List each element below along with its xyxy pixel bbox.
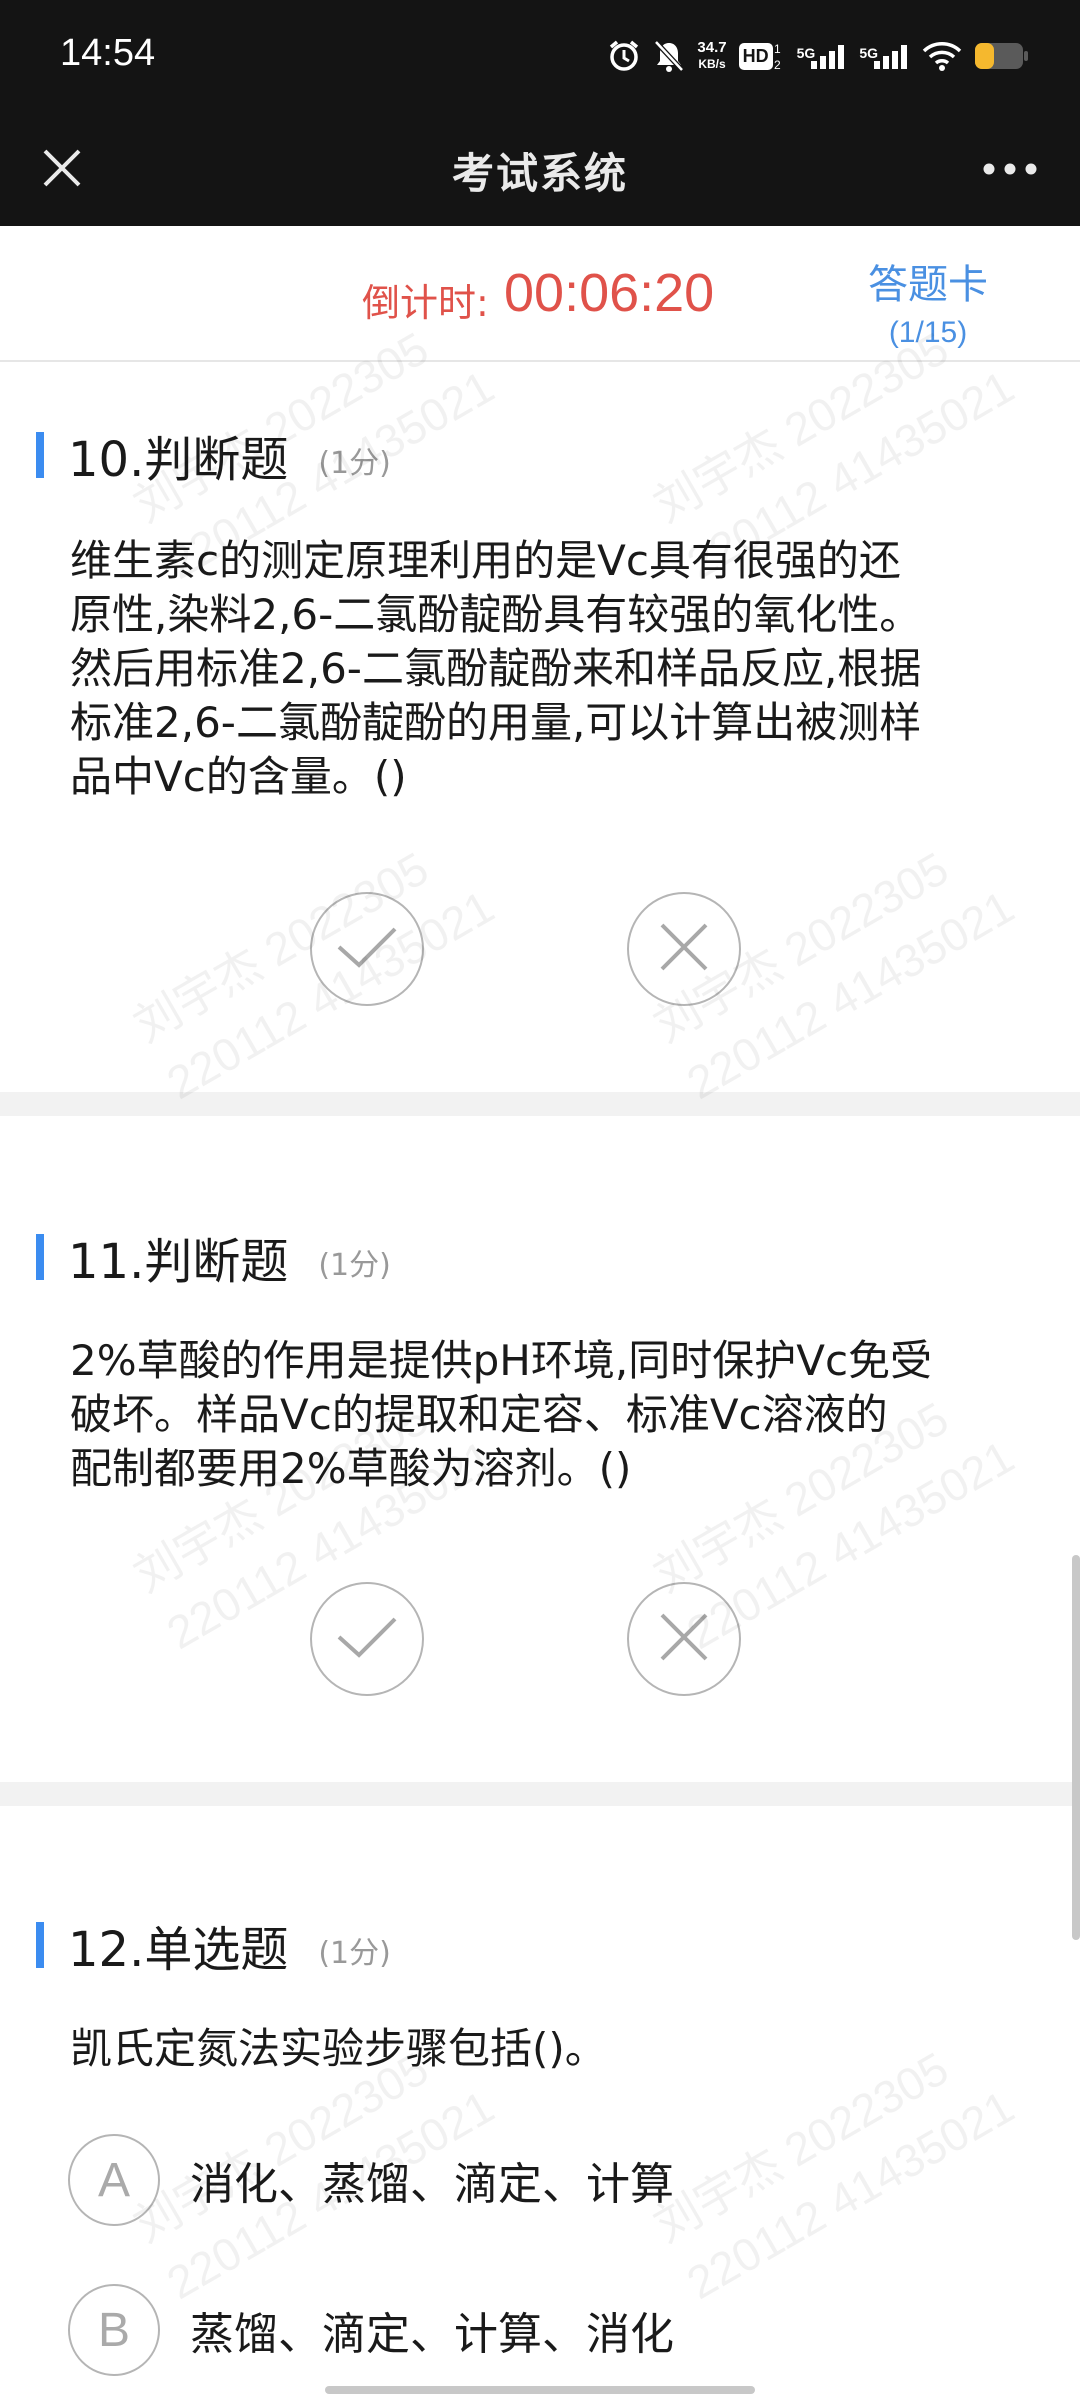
question-10-true-button[interactable] xyxy=(310,892,424,1006)
svg-text:1: 1 xyxy=(774,42,781,56)
watermark-line-2: 220112 41435021 xyxy=(678,880,1023,1109)
signal-5g-1-label: 5G xyxy=(796,45,816,61)
question-10-false-button[interactable] xyxy=(627,892,741,1006)
alarm-icon xyxy=(607,39,641,73)
status-time: 14:54 xyxy=(60,32,156,74)
option-b-text: 蒸馏、滴定、计算、消化 xyxy=(190,2309,674,2360)
cross-icon xyxy=(658,1611,710,1667)
section-divider xyxy=(0,1782,1080,1806)
question-11-line-3: 配制都要用2%草酸为溶剂。() xyxy=(70,1444,632,1493)
battery-icon xyxy=(974,41,1030,71)
option-b-letter: B xyxy=(68,2284,160,2376)
network-speed-value: 34.7 xyxy=(697,39,727,56)
check-icon xyxy=(335,923,399,975)
question-10-text: 维生素c的测定原理利用的是Vc具有很强的还 原性,染料2,6-二氯酚靛酚具有较强… xyxy=(70,534,1020,804)
timer-bar: 倒计时: 00:06:20 答题卡 (1/15) xyxy=(0,226,1080,362)
check-icon xyxy=(335,1613,399,1665)
question-10-line-1: 维生素c的测定原理利用的是Vc具有很强的还 xyxy=(70,536,901,585)
watermark-line-2: 220112 41435021 xyxy=(678,2080,1023,2309)
question-marker xyxy=(36,1922,44,1968)
question-11-line-1: 2%草酸的作用是提供pH环境,同时保护Vc免受 xyxy=(70,1336,933,1385)
question-10-title: 10.判断题 xyxy=(68,432,289,488)
hd-label: HD xyxy=(738,42,773,70)
status-icons: 34.7 KB/s HD 1 2 5G 5G xyxy=(607,34,1030,78)
svg-text:2: 2 xyxy=(774,58,781,71)
answer-card-title: 答题卡 xyxy=(868,262,988,308)
question-11-false-button[interactable] xyxy=(627,1582,741,1696)
question-10-line-2: 原性,染料2,6-二氯酚靛酚具有较强的氧化性。 xyxy=(70,590,922,639)
question-10-line-5: 品中Vc的含量。() xyxy=(70,752,407,801)
network-speed-unit: KB/s xyxy=(698,57,726,71)
question-11-text: 2%草酸的作用是提供pH环境,同时保护Vc免受 破坏。样品Vc的提取和定容、标准… xyxy=(70,1334,1020,1496)
status-bar: 14:54 34.7 KB/s HD 1 2 5G 5G xyxy=(0,0,1080,112)
question-10-line-4: 标准2,6-二氯酚靛酚的用量,可以计算出被测样 xyxy=(70,698,922,747)
question-12-text: 凯氏定氮法实验步骤包括()。 xyxy=(70,2022,1020,2076)
question-12-header: 12.单选题 (1分) xyxy=(36,1910,391,1980)
question-10-header: 10.判断题 (1分) xyxy=(36,420,391,490)
home-indicator[interactable] xyxy=(325,2386,755,2394)
signal-5g-2-icon: 5G xyxy=(859,41,910,71)
question-10-line-3: 然后用标准2,6-二氯酚靛酚来和样品反应,根据 xyxy=(70,644,922,693)
hd-icon: HD 1 2 xyxy=(738,41,785,71)
section-divider xyxy=(0,1092,1080,1116)
answer-card-button[interactable]: 答题卡 (1/15) xyxy=(868,252,988,350)
mute-bell-icon xyxy=(653,39,685,73)
option-a-text: 消化、蒸馏、滴定、计算 xyxy=(190,2159,674,2210)
question-11-score: (1分) xyxy=(318,1248,391,1283)
question-11-header: 11.判断题 (1分) xyxy=(36,1222,391,1292)
countdown-value: 00:06:20 xyxy=(504,263,715,323)
network-speed: 34.7 KB/s xyxy=(697,40,726,72)
question-11-title: 11.判断题 xyxy=(68,1234,289,1290)
more-button[interactable] xyxy=(970,138,1050,202)
battery-level xyxy=(975,43,994,69)
page-title: 考试系统 xyxy=(451,149,628,198)
question-marker xyxy=(36,432,44,478)
option-a-letter: A xyxy=(68,2134,160,2226)
question-10-score: (1分) xyxy=(318,446,391,481)
question-11-true-button[interactable] xyxy=(310,1582,424,1696)
question-12-line-1: 凯氏定氮法实验步骤包括()。 xyxy=(70,2024,607,2073)
wifi-icon xyxy=(922,40,962,72)
question-marker xyxy=(36,1234,44,1280)
cross-icon xyxy=(658,921,710,977)
question-12-score: (1分) xyxy=(318,1936,391,1971)
signal-5g-1-icon: 5G xyxy=(797,41,848,71)
countdown-label: 倒计时: xyxy=(362,281,489,325)
option-b[interactable]: B 蒸馏、滴定、计算、消化 xyxy=(68,2284,674,2376)
app-bar: 考试系统 xyxy=(0,112,1080,226)
option-a[interactable]: A 消化、蒸馏、滴定、计算 xyxy=(68,2134,674,2226)
question-12-title: 12.单选题 xyxy=(68,1922,289,1978)
question-11-line-2: 破坏。样品Vc的提取和定容、标准Vc溶液的 xyxy=(70,1390,888,1439)
answer-card-progress: (1/15) xyxy=(888,316,968,349)
scrollbar[interactable] xyxy=(1072,1555,1080,1940)
more-icon xyxy=(982,161,1038,180)
signal-5g-2-label: 5G xyxy=(859,45,878,61)
